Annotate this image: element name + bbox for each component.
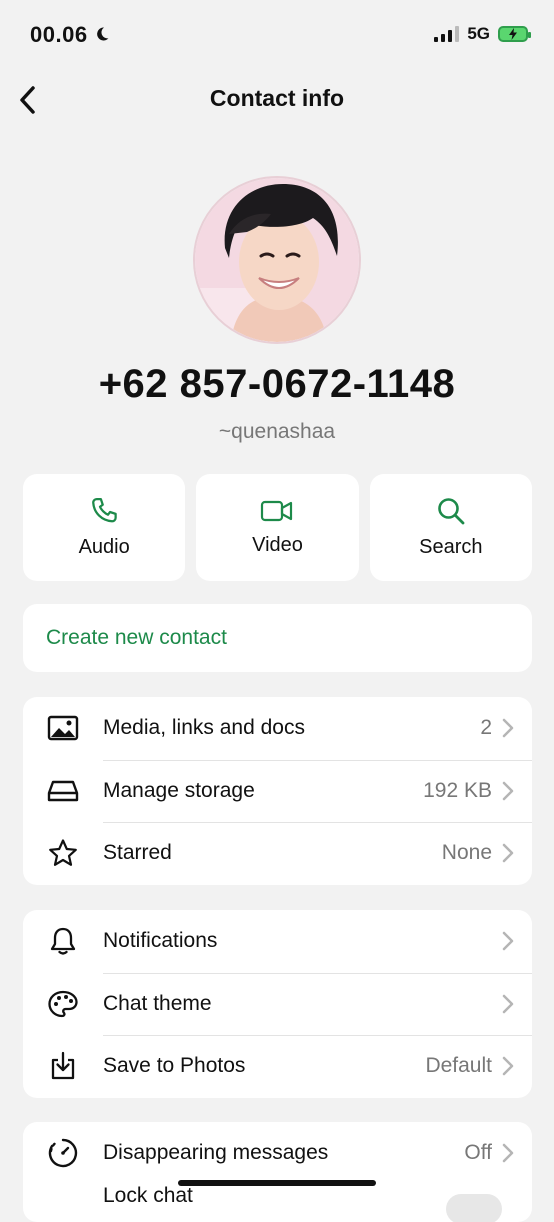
- action-buttons: Audio Video Search: [23, 474, 532, 581]
- bell-icon: [50, 928, 76, 955]
- chevron-right-icon: [502, 932, 514, 951]
- chevron-right-icon: [502, 781, 514, 800]
- notifications-row[interactable]: Notifications: [23, 910, 532, 973]
- save-to-photos-row[interactable]: Save to Photos Default: [23, 1035, 532, 1098]
- video-label: Video: [252, 534, 303, 556]
- settings-section: Notifications Chat theme Save to Photos …: [23, 910, 532, 1098]
- avatar[interactable]: [193, 176, 361, 344]
- starred-label: Starred: [103, 841, 172, 865]
- home-indicator[interactable]: [178, 1180, 376, 1186]
- moon-icon: [94, 22, 110, 48]
- status-bar: 00.06 5G: [0, 0, 554, 70]
- starred-value: None: [441, 841, 492, 865]
- header: Contact info: [0, 70, 554, 130]
- contact-phone-number: +62 857-0672-1148: [98, 362, 456, 406]
- search-button[interactable]: Search: [369, 474, 532, 581]
- chevron-right-icon: [502, 994, 514, 1013]
- video-call-button[interactable]: Video: [196, 474, 359, 581]
- storage-icon: [47, 780, 79, 801]
- media-count: 2: [480, 716, 492, 740]
- search-label: Search: [419, 536, 483, 558]
- signal-icon: [434, 26, 460, 42]
- status-time: 00.06: [30, 22, 110, 48]
- storage-size: 192 KB: [423, 778, 492, 802]
- starred-row[interactable]: Starred None: [23, 822, 532, 885]
- audio-label: Audio: [78, 536, 130, 558]
- chat-theme-label: Chat theme: [103, 991, 212, 1015]
- status-indicators: 5G: [434, 24, 531, 44]
- phone-icon: [92, 498, 117, 523]
- create-contact-label: Create new contact: [46, 626, 227, 649]
- notifications-label: Notifications: [103, 929, 218, 953]
- audio-call-button[interactable]: Audio: [23, 474, 186, 581]
- media-links-docs-row[interactable]: Media, links and docs 2: [23, 697, 532, 760]
- save-to-photos-value: Default: [425, 1054, 492, 1078]
- manage-storage-row[interactable]: Manage storage 192 KB: [23, 759, 532, 823]
- star-icon: [49, 839, 77, 867]
- lock-chat-toggle[interactable]: [446, 1194, 502, 1222]
- image-icon: [47, 716, 79, 741]
- page-title: Contact info: [209, 85, 345, 111]
- create-contact-button[interactable]: Create new contact: [23, 604, 532, 672]
- disappearing-messages-value: Off: [464, 1141, 492, 1165]
- chat-theme-row[interactable]: Chat theme: [23, 972, 532, 1036]
- disappearing-messages-row[interactable]: Disappearing messages Off: [23, 1122, 532, 1185]
- disappearing-messages-label: Disappearing messages: [103, 1141, 329, 1165]
- media-links-docs-label: Media, links and docs: [103, 716, 305, 740]
- chevron-right-icon: [502, 844, 514, 863]
- network-type: 5G: [467, 24, 490, 43]
- chevron-right-icon: [502, 1144, 514, 1163]
- battery-icon: [498, 26, 531, 42]
- privacy-section: Disappearing messages Off Lock chat: [23, 1122, 532, 1222]
- chevron-right-icon: [502, 1057, 514, 1076]
- timer-icon: [48, 1139, 78, 1168]
- manage-storage-label: Manage storage: [103, 778, 255, 802]
- search-icon: [438, 498, 465, 525]
- palette-icon: [48, 990, 78, 1017]
- media-section: Media, links and docs 2 Manage storage 1…: [23, 697, 532, 885]
- time-text: 00.06: [30, 22, 88, 47]
- contact-username: ~quenashaa: [218, 420, 336, 443]
- download-icon: [51, 1052, 75, 1080]
- lock-chat-label[interactable]: Lock chat: [103, 1184, 193, 1208]
- chevron-right-icon: [502, 719, 514, 738]
- save-to-photos-label: Save to Photos: [103, 1054, 246, 1078]
- video-icon: [261, 500, 293, 522]
